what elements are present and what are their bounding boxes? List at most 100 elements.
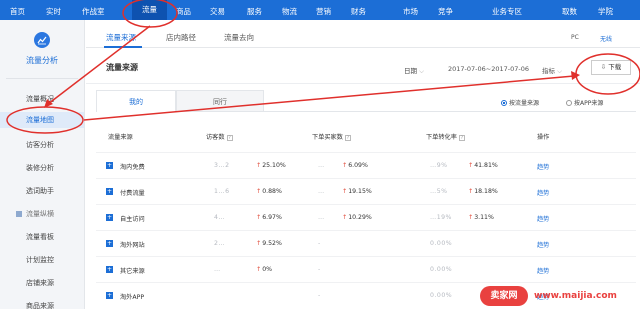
date-range[interactable]: 2017-07-06~2017-07-06 (448, 65, 529, 73)
up-arrow-icon: ↑ (468, 162, 474, 169)
expand-icon[interactable]: + (106, 240, 113, 247)
change-value: 3.11% (474, 214, 494, 221)
tab-traffic-destination[interactable]: 流量去向 (224, 32, 254, 43)
buyers-cell: … (318, 162, 325, 169)
nav-traffic[interactable]: 流量 (132, 0, 167, 20)
visitors-cell: 1…6 (214, 188, 230, 195)
visitors-cell: 2… (214, 240, 226, 247)
radio-by-traffic-source[interactable]: 按流量来源 (501, 98, 539, 107)
table-row: + 其它来源 … ↑0% - 0.00% 趋势 (96, 256, 636, 282)
header-buyers-label: 下单买家数 (312, 134, 343, 141)
nav-business-zone[interactable]: 业务专区 (492, 6, 522, 17)
expand-icon[interactable]: + (106, 266, 113, 273)
expand-icon[interactable]: + (106, 214, 113, 221)
source-cell: 付费流量 (120, 190, 145, 197)
nav-academy[interactable]: 学院 (598, 6, 613, 17)
nav-home[interactable]: 首页 (10, 6, 25, 17)
nav-war-room[interactable]: 作战室 (82, 6, 105, 17)
up-arrow-icon: ↑ (468, 214, 474, 221)
header-visitors: 访客数? (206, 132, 233, 141)
source-cell: 自主访问 (120, 216, 145, 223)
subtab-peers[interactable]: 同行 (176, 90, 264, 112)
change-value: 9.52% (262, 240, 282, 247)
radio-by-app-source[interactable]: 按APP来源 (566, 98, 603, 107)
sidebar-item-keyword-helper[interactable]: 选词助手 (0, 183, 84, 199)
nav-competition[interactable]: 竞争 (438, 6, 453, 17)
metric-label-text: 指标 (542, 67, 555, 75)
chevron-down-icon: ⌵ (557, 67, 563, 75)
conversion-change-cell: ↑18.18% (468, 188, 498, 195)
sidebar-item-visitor-analysis[interactable]: 访客分析 (0, 137, 84, 153)
nav-trade[interactable]: 交易 (210, 6, 225, 17)
subtab-bar: 我的 同行 按流量来源 按APP来源 (96, 90, 636, 112)
up-arrow-icon: ↑ (256, 214, 262, 221)
sidebar-item-traffic-board[interactable]: 流量看板 (0, 229, 84, 245)
expand-icon[interactable]: + (106, 292, 113, 299)
sidebar-item-traffic-map[interactable]: 流量地图 (0, 112, 84, 128)
visitors-change-cell: ↑0% (256, 266, 272, 273)
sidebar-item-plan-monitor[interactable]: 计划监控 (0, 252, 84, 268)
table-header: 流量来源 访客数? 下单买家数? 下单转化率? 操作 (96, 132, 636, 148)
subtab-mine[interactable]: 我的 (96, 90, 176, 112)
watermark-url: www.maijia.com (534, 291, 617, 301)
up-arrow-icon: ↑ (256, 188, 262, 195)
trend-link[interactable]: 趋势 (537, 214, 549, 223)
help-icon[interactable]: ? (458, 135, 465, 141)
date-label-text: 日期 (404, 67, 417, 75)
conversion-cell: …5% (430, 188, 448, 195)
nav-products[interactable]: 商品 (176, 6, 191, 17)
sidebar-item-decoration-analysis[interactable]: 装修分析 (0, 160, 84, 176)
date-label[interactable]: 日期 ⌵ (404, 65, 424, 76)
buyers-cell: … (318, 214, 325, 221)
visitors-change-cell: ↑0.88% (256, 188, 282, 195)
change-value: 6.97% (262, 214, 282, 221)
device-pc-toggle[interactable]: PC (571, 34, 579, 41)
expand-icon[interactable]: + (106, 162, 113, 169)
traffic-vertical-icon (16, 211, 22, 217)
tab-store-path[interactable]: 店内路径 (166, 32, 196, 43)
metric-selector[interactable]: 指标 ⌵ (542, 65, 562, 76)
nav-realtime[interactable]: 实时 (46, 6, 61, 17)
trend-link[interactable]: 趋势 (537, 188, 549, 197)
device-wireless-toggle[interactable]: 无线 (600, 34, 612, 43)
trend-link[interactable]: 趋势 (537, 240, 549, 249)
up-arrow-icon: ↑ (342, 214, 348, 221)
tab-traffic-source[interactable]: 流量来源 (106, 32, 136, 43)
section-title: 流量来源 (106, 63, 138, 72)
conversion-change-cell: ↑3.11% (468, 214, 494, 221)
radio-selected-icon (501, 100, 507, 106)
help-icon[interactable]: ? (226, 135, 233, 141)
sidebar-group-traffic-vertical[interactable]: 流量纵横 (0, 206, 84, 222)
header-buyers: 下单买家数? (312, 132, 351, 141)
trend-link[interactable]: 趋势 (537, 266, 549, 275)
trend-link[interactable]: 趋势 (537, 162, 549, 171)
nav-service[interactable]: 服务 (247, 6, 262, 17)
sidebar-item-product-source[interactable]: 商品来源 (0, 298, 84, 309)
expand-icon[interactable]: + (106, 188, 113, 195)
nav-marketing[interactable]: 营销 (316, 6, 331, 17)
table-row: + 自主访问 4… ↑6.97%… ↑10.29% …19% ↑3.11% 趋势 (96, 204, 636, 230)
help-icon[interactable]: ? (344, 135, 351, 141)
nav-data-fetch[interactable]: 取数 (562, 6, 577, 17)
visitors-cell: 4… (214, 214, 226, 221)
sidebar-title: 流量分析 (26, 56, 58, 65)
visitors-cell: 3…2 (214, 162, 230, 169)
sidebar-item-store-source[interactable]: 店铺来源 (0, 275, 84, 291)
buyers-cell: - (318, 240, 321, 247)
source-cell: 其它来源 (120, 268, 145, 275)
header-source: 流量来源 (108, 134, 133, 141)
sidebar-item-traffic-overview[interactable]: 流量概况 (0, 91, 84, 107)
up-arrow-icon: ↑ (342, 162, 348, 169)
up-arrow-icon: ↑ (342, 188, 348, 195)
tab-bar: 流量来源 店内路径 流量去向 PC 无线 (86, 20, 640, 48)
buyers-change-cell: ↑19.15% (342, 188, 372, 195)
nav-logistics[interactable]: 物流 (282, 6, 297, 17)
visitors-change-cell: ↑9.52% (256, 240, 282, 247)
table-row: + 付费流量 1…6 ↑0.88%… ↑19.15% …5% ↑18.18% 趋势 (96, 178, 636, 204)
conversion-cell: 0.00% (430, 292, 453, 299)
visitors-change-cell: ↑25.10% (256, 162, 286, 169)
download-button[interactable]: ⇩ 下载 (591, 60, 631, 75)
nav-finance[interactable]: 财务 (351, 6, 366, 17)
change-value: 0.88% (262, 188, 282, 195)
nav-market[interactable]: 市场 (403, 6, 418, 17)
